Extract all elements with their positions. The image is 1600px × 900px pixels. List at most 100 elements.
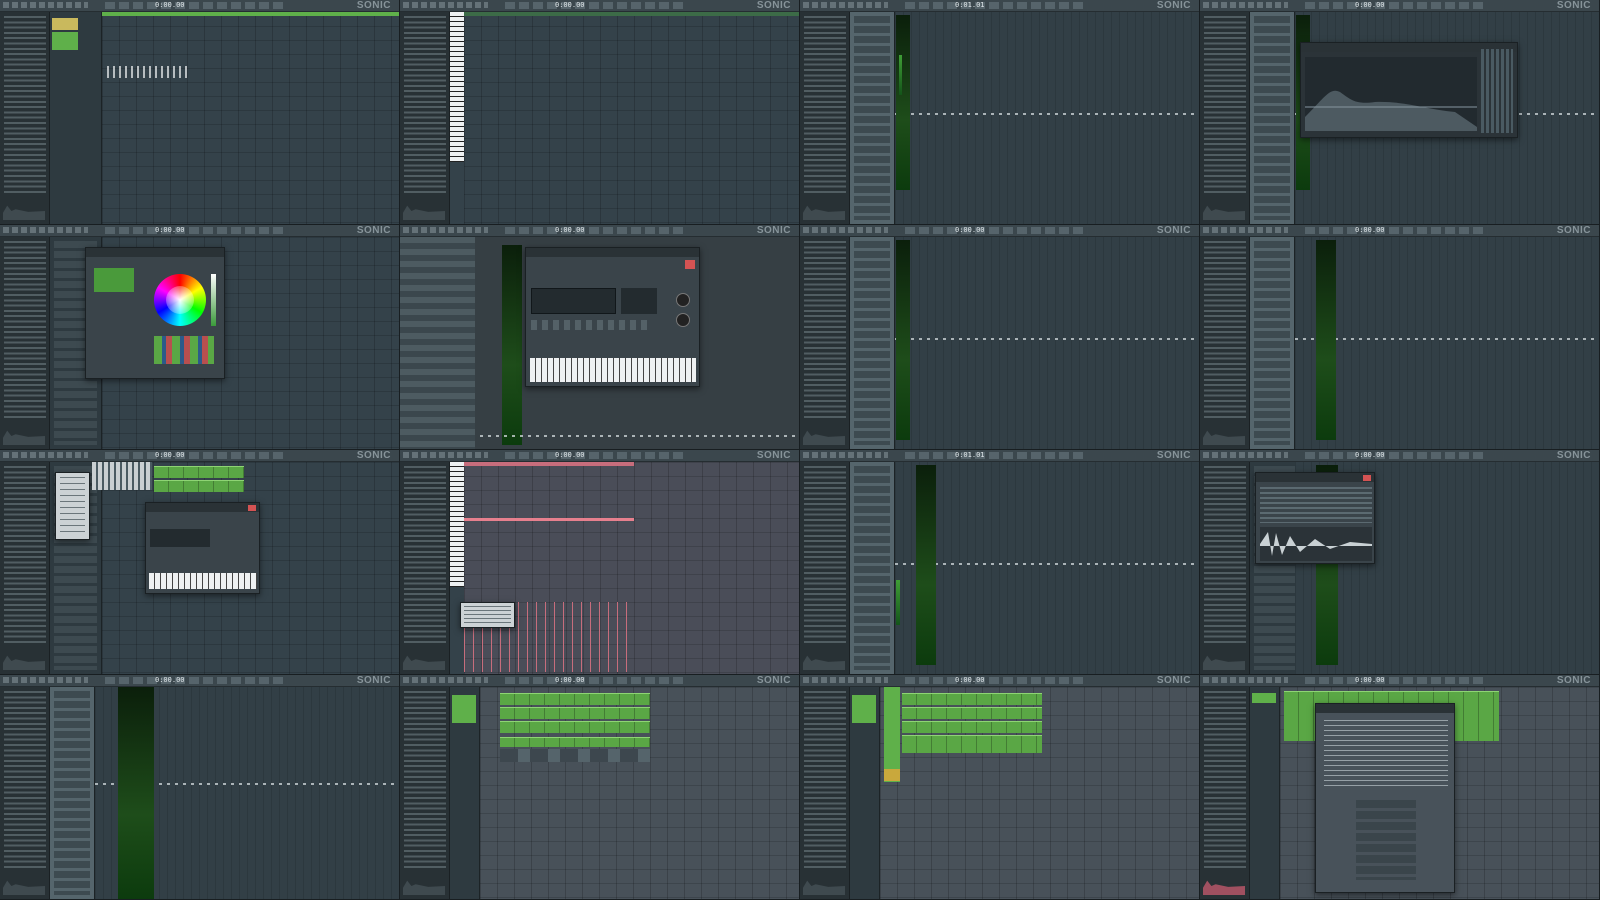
menu-bar[interactable] [403, 227, 488, 233]
menu-bar[interactable] [803, 2, 888, 8]
clip[interactable] [500, 693, 650, 705]
browser-list[interactable] [1204, 241, 1246, 419]
pattern-list[interactable] [1250, 687, 1280, 899]
browser-panel[interactable] [1200, 237, 1250, 449]
clip[interactable] [500, 707, 650, 719]
option-buttons[interactable] [1356, 800, 1416, 880]
transport-buttons[interactable] [905, 677, 1085, 684]
menu-items[interactable] [464, 606, 511, 624]
plugin-window[interactable] [145, 502, 260, 594]
eq-graph[interactable] [1305, 57, 1477, 131]
transport-buttons[interactable] [905, 452, 1085, 459]
channel-list[interactable] [50, 687, 95, 899]
mixer-inserts[interactable] [895, 12, 1199, 224]
browser-panel[interactable] [1200, 687, 1250, 899]
menu-bar[interactable] [1203, 677, 1288, 683]
clip[interactable] [500, 737, 650, 747]
browser-list[interactable] [4, 241, 46, 419]
menu-items[interactable] [60, 477, 85, 535]
browser-list[interactable] [804, 691, 846, 869]
transport-buttons[interactable] [105, 452, 285, 459]
menu-bar[interactable] [1203, 227, 1288, 233]
browser-panel[interactable] [0, 12, 50, 224]
browser-panel[interactable] [0, 237, 50, 449]
menu-bar[interactable] [403, 677, 488, 683]
pattern-list[interactable] [850, 687, 880, 899]
playlist-area[interactable] [480, 687, 799, 899]
note-grid[interactable] [464, 12, 799, 224]
clip-pattern[interactable] [500, 749, 650, 762]
fader-row[interactable] [895, 563, 1199, 565]
channel-rows[interactable] [1254, 16, 1290, 220]
menu-bar[interactable] [803, 227, 888, 233]
transport-buttons[interactable] [1305, 677, 1485, 684]
color-picker-window[interactable] [85, 247, 225, 379]
close-button[interactable] [1363, 475, 1371, 481]
fader-row[interactable] [895, 338, 1199, 340]
volume-knob[interactable] [676, 293, 690, 307]
channel-list[interactable] [850, 12, 895, 224]
transport-buttons[interactable] [505, 677, 685, 684]
browser-panel[interactable] [1200, 462, 1250, 674]
transport-buttons[interactable] [1305, 2, 1485, 9]
menu-bar[interactable] [1203, 452, 1288, 458]
channel-list[interactable] [850, 462, 895, 674]
menu-bar[interactable] [403, 2, 488, 8]
keyboard[interactable] [149, 573, 257, 589]
browser-list[interactable] [4, 691, 46, 869]
menu-bar[interactable] [3, 2, 88, 8]
window-title[interactable] [1256, 473, 1374, 482]
context-menu[interactable] [55, 472, 90, 540]
clip[interactable] [902, 707, 1042, 719]
transport-buttons[interactable] [505, 227, 685, 234]
menu-bar[interactable] [403, 452, 488, 458]
clip[interactable] [154, 480, 244, 492]
browser-list[interactable] [4, 466, 46, 644]
browser-panel[interactable] [400, 12, 450, 224]
menu-bar[interactable] [1203, 2, 1288, 8]
mixer-inserts[interactable] [1295, 237, 1599, 449]
channel-rows[interactable] [854, 16, 890, 220]
transport-buttons[interactable] [905, 2, 1085, 9]
pattern-list[interactable] [450, 687, 480, 899]
browser-list[interactable] [804, 241, 846, 419]
keyboard[interactable] [530, 358, 696, 382]
color-wheel[interactable] [154, 274, 206, 326]
browser-list[interactable] [804, 16, 846, 194]
knob-row[interactable] [531, 320, 651, 330]
transport-buttons[interactable] [905, 227, 1085, 234]
transport-buttons[interactable] [505, 452, 685, 459]
clip[interactable] [902, 721, 1042, 733]
menu-bar[interactable] [3, 677, 88, 683]
eq-plugin-window[interactable] [1300, 42, 1518, 138]
preset-swatches[interactable] [154, 336, 214, 364]
transport-buttons[interactable] [105, 227, 285, 234]
window-title[interactable] [146, 503, 259, 512]
menu-bar[interactable] [3, 227, 88, 233]
mixer-inserts[interactable] [895, 462, 1199, 674]
piano-keys[interactable] [450, 462, 464, 587]
channel-rows[interactable] [854, 466, 890, 670]
band-sliders[interactable] [1481, 49, 1513, 133]
clip[interactable] [154, 466, 244, 478]
window-title[interactable] [1316, 704, 1454, 713]
dialog-window[interactable] [1315, 703, 1455, 893]
channel-list[interactable] [850, 237, 895, 449]
clip[interactable] [902, 693, 1042, 705]
piano-keys[interactable] [450, 12, 464, 162]
close-button[interactable] [685, 260, 695, 269]
loop-region[interactable] [464, 462, 634, 466]
transport-buttons[interactable] [105, 2, 285, 9]
browser-list[interactable] [404, 16, 446, 194]
channel-list[interactable] [1250, 237, 1295, 449]
browser-panel[interactable] [0, 687, 50, 899]
window-title[interactable] [86, 248, 224, 257]
menu-bar[interactable] [3, 452, 88, 458]
window-title[interactable] [526, 248, 699, 257]
menu-bar[interactable] [803, 677, 888, 683]
browser-list[interactable] [404, 691, 446, 869]
channel-list[interactable] [1250, 12, 1295, 224]
browser-panel[interactable] [800, 237, 850, 449]
plugin-window[interactable] [525, 247, 700, 387]
step-sequencer[interactable] [92, 462, 152, 490]
